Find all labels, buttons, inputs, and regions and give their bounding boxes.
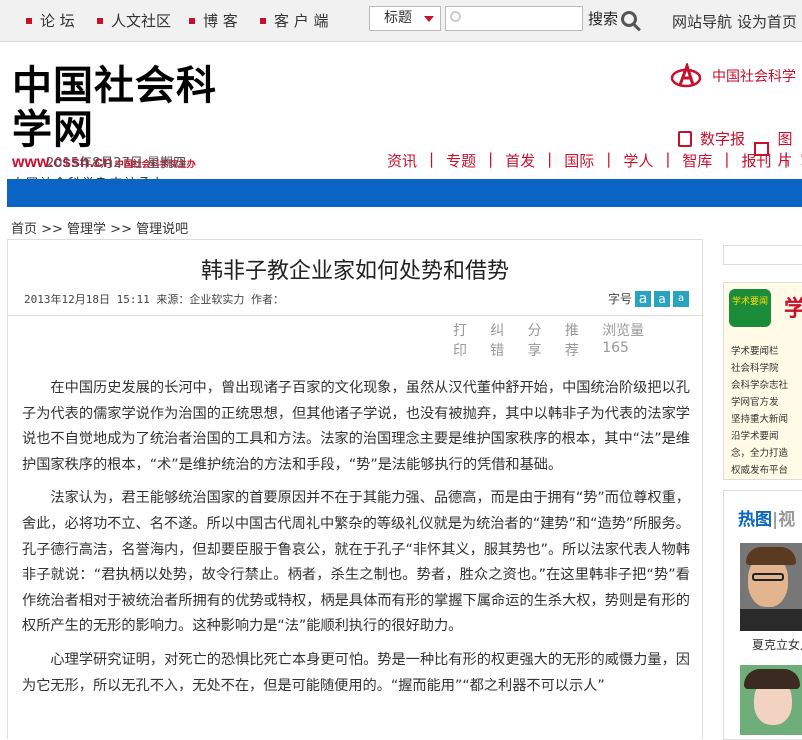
tab-hot-pictures[interactable]: 热图 [738, 510, 772, 530]
bullet-icon [260, 17, 266, 24]
site-nav-link[interactable]: 网站导航 [672, 11, 732, 32]
bullet-icon [26, 17, 32, 24]
font-small-button[interactable]: a [673, 290, 690, 307]
hot-picture-1[interactable] [740, 543, 802, 631]
banner-line: 念，全力打造 [731, 448, 789, 459]
banner-line: 学术要闻栏 [731, 346, 779, 357]
top-bar: 论 坛 人文社区 博 客 客 户 端 标题 搜索 网站导航 设为首页 [0, 0, 802, 42]
banner-line: 权威发布平台 [731, 465, 789, 476]
search-icon [450, 11, 461, 22]
font-large-button[interactable]: a [635, 290, 652, 307]
banner-line: 社会科学院 [731, 363, 779, 374]
article-panel: 韩非子教企业家如何处势和借势 2013年12月18日 15:11 来源：企业软实… [7, 239, 703, 739]
dropdown-arrow-icon [424, 16, 434, 22]
hot-pictures-header: 热图|视 [738, 505, 795, 530]
paragraph: 心理学研究证明，对死亡的恐惧比死亡本身更可怕。势是一种比有形的权更强大的无形的威… [22, 651, 690, 694]
search-button-label: 搜索 [588, 10, 619, 28]
banner-line: 坚持重大新闻 [731, 414, 789, 425]
magnifier-icon [621, 10, 638, 27]
photo-shirt [740, 609, 802, 631]
nav-thinktank[interactable]: 智库 [682, 150, 712, 171]
partner-brand[interactable]: 中国社会科学 [670, 63, 796, 89]
nav-separator: | [724, 150, 730, 168]
article-tools: 打印 纠错 分享 推荐 浏览量 165 [453, 320, 702, 360]
nav-separator: | [665, 150, 671, 168]
search-button[interactable]: 搜索 [588, 8, 638, 29]
nav-separator: | [547, 150, 553, 168]
academic-news-banner[interactable]: 学术要闻 学 学术要闻栏 社会科学院 会科学杂志社 学网官方发 坚持重大新闻 沿… [723, 282, 802, 480]
divider [8, 315, 702, 316]
main-nav: 资讯| 专题| 首发| 国际| 学人| 智库| 报刊| 军事 [387, 150, 802, 171]
current-date: 2015年8月27日 星期四 [46, 156, 187, 171]
hot-pictures-panel: 热图|视 夏克立女儿 [723, 490, 802, 740]
correct-button[interactable]: 纠错 [490, 320, 515, 360]
banner-line: 会科学杂志社 [731, 380, 789, 391]
photo-glasses [752, 573, 784, 581]
font-medium-button[interactable]: a [654, 290, 671, 307]
nav-separator: | [429, 150, 435, 168]
digital-link-label: 数字报 [700, 130, 746, 148]
search-type-select[interactable]: 标题 [369, 6, 441, 31]
nav-separator: | [783, 150, 789, 168]
nav-separator: | [606, 150, 612, 168]
logo-text: 中国社会科学网 [12, 62, 217, 153]
views-count: 165 [602, 340, 629, 356]
photo-hair [746, 547, 796, 565]
set-homepage-link[interactable]: 设为首页 [737, 11, 797, 32]
topnav-community[interactable]: 人文社区 [97, 10, 171, 31]
topnav-forum[interactable]: 论 坛 [26, 10, 75, 31]
tab-video[interactable]: 视 [778, 510, 795, 530]
banner-text: 学术要闻栏 社会科学院 会科学杂志社 学网官方发 坚持重大新闻 沿学术要闻 念，… [731, 343, 802, 479]
recommend-button[interactable]: 推荐 [565, 320, 590, 360]
topnav-label: 人文社区 [111, 12, 172, 30]
nav-journals[interactable]: 报刊 [741, 150, 771, 171]
hot-picture-2[interactable] [740, 665, 802, 735]
banner-title: 学 [784, 297, 802, 322]
nav-first[interactable]: 首发 [505, 150, 535, 171]
paragraph: 在中国历史发展的长河中，曾出现诸子百家的文化现象，虽然从汉代董仲舒开始，中国统治… [22, 380, 690, 473]
topnav-client[interactable]: 客 户 端 [260, 10, 329, 31]
nav-scholars[interactable]: 学人 [623, 150, 653, 171]
digital-paper-link[interactable]: 数字报 [678, 128, 745, 149]
topnav-blog[interactable]: 博 客 [189, 10, 238, 31]
article-title: 韩非子教企业家如何处势和借势 [200, 259, 509, 284]
views-label: 浏览量 165 [602, 320, 690, 360]
hot-picture-caption[interactable]: 夏克立女儿 [752, 636, 802, 653]
share-button[interactable]: 分享 [528, 320, 553, 360]
search-input[interactable] [445, 6, 583, 31]
bullet-icon [97, 17, 103, 24]
nav-topics[interactable]: 专题 [446, 150, 476, 171]
newspaper-icon [678, 130, 692, 147]
bullet-icon [189, 17, 195, 24]
print-button[interactable]: 打印 [453, 320, 478, 360]
banner-badge: 学术要闻 [729, 289, 771, 327]
views-text: 浏览量 [602, 323, 645, 339]
article-meta: 2013年12月18日 15:11 来源：企业软实力 作者： [24, 293, 284, 306]
font-size-label: 字号 [608, 292, 633, 306]
font-size-control: 字号 a a a [608, 290, 690, 307]
right-top-box [723, 245, 802, 265]
nav-international[interactable]: 国际 [564, 150, 594, 171]
nav-separator: | [488, 150, 494, 168]
article-body: 在中国历史发展的长河中，曾出现诸子百家的文化现象，虽然从汉代董仲舒开始，中国统治… [22, 376, 690, 707]
banner-line: 沿学术要闻 [731, 431, 779, 442]
paragraph: 法家认为，君王能够统治国家的首要原因并不在于其能力强、品德高，而是由于拥有“势”… [22, 490, 690, 635]
nav-news[interactable]: 资讯 [387, 150, 417, 171]
site-logo[interactable]: 中国社会科学网 www.cssn.cn中国社会科学院主办 中国社会科学杂志社承办 [12, 64, 232, 191]
topnav-label: 客 户 端 [274, 12, 329, 30]
topnav-label: 博 客 [203, 12, 238, 30]
breadcrumb[interactable]: 首页 >> 管理学 >> 管理说吧 [11, 218, 188, 237]
partner-logo-icon [670, 63, 702, 88]
banner-line: 学网官方发 [731, 397, 779, 408]
partner-text: 中国社会科学 [712, 69, 796, 85]
photo-hair [744, 669, 800, 689]
select-value: 标题 [384, 10, 412, 26]
blue-nav-bar [7, 179, 802, 207]
topnav-label: 论 坛 [40, 12, 75, 30]
